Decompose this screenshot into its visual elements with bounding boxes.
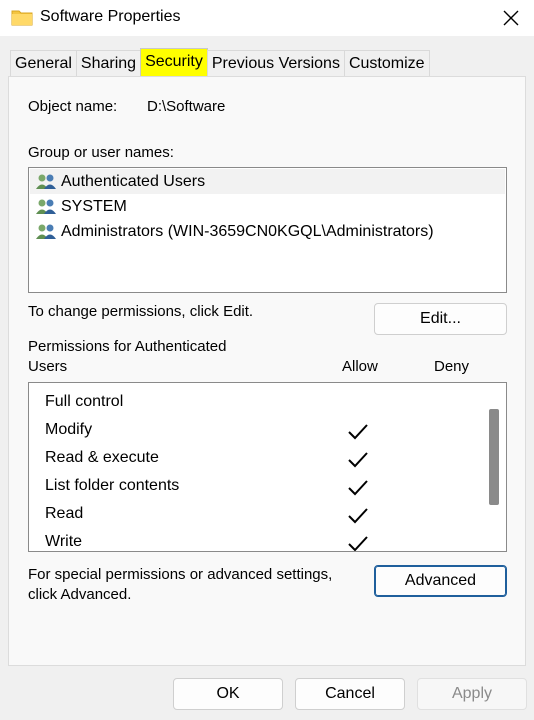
users-icon bbox=[36, 199, 56, 214]
tab-previous-versions[interactable]: Previous Versions bbox=[206, 50, 345, 76]
list-item[interactable]: SYSTEM bbox=[30, 194, 505, 219]
object-name-value: D:\Software bbox=[147, 98, 226, 115]
group-names-label: Group or user names: bbox=[28, 144, 174, 161]
allow-check-icon bbox=[348, 508, 368, 524]
advanced-button[interactable]: Advanced bbox=[374, 565, 507, 597]
permissions-list[interactable]: Full control Modify Read & execute List … bbox=[28, 382, 507, 552]
permissions-title: Permissions for Authenticated bbox=[28, 338, 227, 355]
close-icon bbox=[503, 10, 519, 26]
permission-name: Read bbox=[45, 505, 84, 522]
title-bar: Software Properties bbox=[0, 0, 534, 36]
users-icon bbox=[36, 224, 56, 239]
scrollbar-thumb[interactable] bbox=[489, 409, 499, 505]
permission-row: Full control bbox=[45, 388, 123, 416]
list-item[interactable]: Authenticated Users bbox=[30, 169, 505, 194]
tab-security[interactable]: Security bbox=[140, 48, 208, 76]
user-name: Authenticated Users bbox=[61, 172, 206, 190]
group-user-list[interactable]: Authenticated Users SYSTEM Administrator… bbox=[28, 167, 507, 293]
apply-button[interactable]: Apply bbox=[417, 678, 527, 710]
tab-customize[interactable]: Customize bbox=[343, 50, 430, 76]
edit-button[interactable]: Edit... bbox=[374, 303, 507, 335]
permissions-title-user: Users bbox=[28, 358, 68, 375]
tab-general[interactable]: General bbox=[10, 50, 77, 76]
allow-column-header: Allow bbox=[342, 358, 378, 375]
ok-button[interactable]: OK bbox=[173, 678, 283, 710]
allow-check-icon bbox=[348, 536, 368, 551]
permission-name: List folder contents bbox=[45, 477, 180, 494]
user-name: SYSTEM bbox=[61, 197, 127, 215]
permission-name: Modify bbox=[45, 421, 93, 438]
cancel-button[interactable]: Cancel bbox=[295, 678, 405, 710]
object-name-label: Object name: bbox=[28, 98, 118, 115]
advanced-hint: For special permissions or advanced sett… bbox=[28, 566, 333, 583]
allow-check-icon bbox=[348, 452, 368, 468]
dialog-footer: OK Cancel Apply bbox=[0, 666, 534, 720]
list-item[interactable]: Administrators (WIN-3659CN0KGQL\Administ… bbox=[30, 219, 505, 244]
allow-check-icon bbox=[348, 480, 368, 496]
permission-name: Full control bbox=[45, 393, 124, 410]
permission-row: Write bbox=[45, 528, 83, 551]
user-name: Administrators (WIN-3659CN0KGQL\Administ… bbox=[61, 222, 434, 240]
edit-hint: To change permissions, click Edit. bbox=[28, 303, 254, 320]
tab-sharing[interactable]: Sharing bbox=[75, 50, 142, 76]
permission-row: Read bbox=[45, 500, 83, 528]
users-icon bbox=[36, 174, 56, 189]
close-button[interactable] bbox=[488, 0, 534, 36]
permission-row: List folder contents bbox=[45, 472, 179, 500]
window-title: Software Properties bbox=[40, 8, 181, 25]
tab-strip: General Sharing Security Previous Versio… bbox=[10, 48, 430, 76]
allow-check-icon bbox=[348, 424, 368, 440]
folder-icon bbox=[11, 10, 33, 26]
deny-column-header: Deny bbox=[434, 358, 470, 375]
permission-row: Modify bbox=[45, 416, 92, 444]
security-panel: Object name: D:\Software Group or user n… bbox=[8, 76, 526, 666]
permission-name: Write bbox=[45, 533, 83, 550]
permission-name: Read & execute bbox=[45, 449, 159, 466]
advanced-hint-line2: click Advanced. bbox=[28, 586, 132, 603]
permission-row: Read & execute bbox=[45, 444, 159, 472]
